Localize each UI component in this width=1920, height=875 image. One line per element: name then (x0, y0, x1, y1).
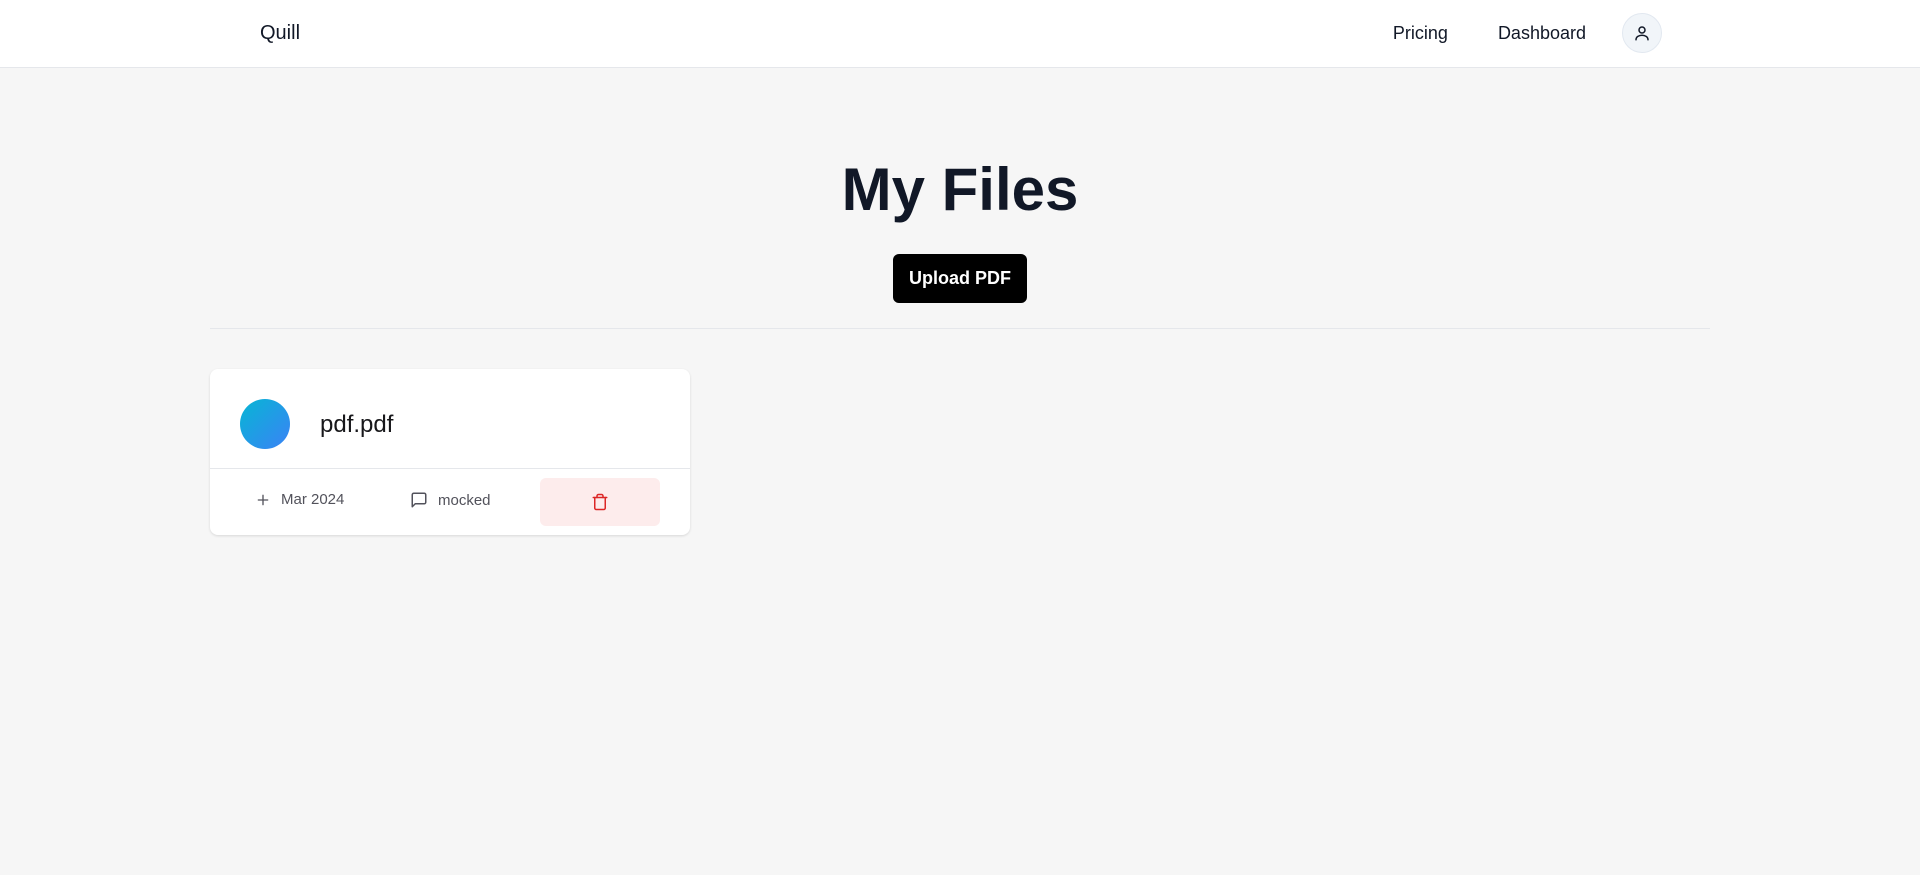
file-name: pdf.pdf (320, 411, 394, 438)
file-created-date: Mar 2024 (255, 491, 344, 508)
file-meta-row: Mar 2024 mocked (210, 469, 690, 535)
user-icon (1635, 26, 1649, 41)
brand-logo-link[interactable]: Quill (260, 22, 300, 45)
plus-icon (257, 494, 269, 505)
delete-file-button[interactable] (540, 478, 660, 526)
nav-link-pricing[interactable]: Pricing (1393, 13, 1448, 53)
file-messages-text: mocked (438, 491, 491, 509)
page-title: My Files (841, 156, 1079, 223)
file-messages: mocked (410, 491, 491, 509)
file-link[interactable]: pdf.pdf (210, 369, 690, 469)
user-avatar-button[interactable] (1622, 13, 1662, 53)
top-navbar: Quill Pricing Dashboard (0, 0, 1920, 68)
upload-pdf-button[interactable]: Upload PDF (893, 254, 1027, 303)
nav-links: Pricing Dashboard (1393, 13, 1662, 53)
file-gradient-avatar (240, 399, 290, 449)
nav-link-dashboard[interactable]: Dashboard (1498, 13, 1586, 53)
trash-icon (592, 493, 608, 511)
message-square-icon (411, 492, 427, 508)
file-card: pdf.pdf Mar 2024 mocked (210, 369, 690, 535)
file-created-text: Mar 2024 (281, 491, 345, 508)
divider (210, 328, 1710, 329)
